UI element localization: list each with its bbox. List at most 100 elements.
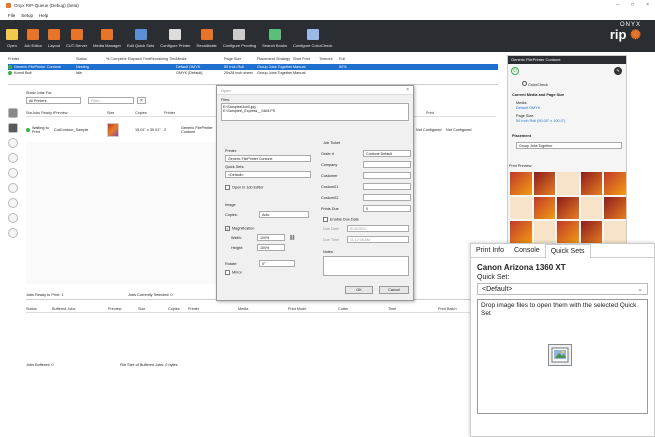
column-header[interactable]: % Complete [106, 57, 128, 63]
rotate-select[interactable]: 0° [259, 260, 295, 267]
quickset-select[interactable]: <Default> [225, 171, 311, 178]
enable-due-date-checkbox[interactable] [323, 217, 328, 222]
column-header[interactable]: Cutter [338, 307, 388, 312]
column-header[interactable]: Preview [108, 307, 138, 312]
toolbar-button-9[interactable]: Search Books [262, 29, 287, 48]
column-header[interactable]: Jobs Ready to Print [32, 111, 54, 116]
tab-console[interactable]: Console [509, 244, 545, 257]
toolbar-button-7[interactable]: Recalibrate [197, 29, 217, 48]
printer-filter-select[interactable]: All Printers [26, 97, 81, 104]
close-button[interactable]: × [646, 2, 649, 8]
edit-printer-icon[interactable]: ✎ [614, 67, 622, 75]
move-up-icon[interactable] [8, 138, 18, 148]
magnification-checkbox[interactable] [225, 226, 230, 231]
dialog-close-icon[interactable]: × [406, 87, 409, 93]
column-header[interactable]: Status [76, 57, 106, 63]
prints-due-input[interactable]: 0 [363, 205, 411, 212]
toolbar-button-10[interactable]: Configure ColorCheck [293, 29, 332, 48]
column-header[interactable]: Placement Strategy [257, 57, 293, 63]
column-header[interactable]: Size [138, 307, 168, 312]
toolbar-button-2[interactable]: Layout [48, 29, 60, 48]
drop-zone[interactable]: Drop image files to open them with the s… [477, 299, 648, 414]
pagesize-value[interactable]: 50 Inch Roll (50.00" x 100.0") [516, 119, 565, 123]
toolbar-button-5[interactable]: Edit Quick Sets [127, 29, 154, 48]
column-header[interactable]: Printer [164, 111, 181, 116]
column-header[interactable]: Remaining Time [150, 57, 176, 63]
customer-input[interactable] [363, 172, 411, 179]
column-header[interactable]: Copies [168, 307, 188, 312]
quickset-select[interactable]: <Default> ⌄ [477, 283, 648, 295]
toolbar-button-0[interactable]: Open [6, 29, 18, 48]
media-value[interactable]: Default OMYK [516, 106, 540, 110]
copies-input[interactable]: Auto [259, 211, 309, 218]
column-header[interactable]: Media [176, 57, 224, 63]
file-item[interactable]: E:\Samples\_Express__0464.PS [223, 109, 407, 113]
menu-file[interactable]: File [8, 13, 15, 18]
toolbar-button-8[interactable]: Configure Proofing [223, 29, 256, 48]
menu-setup[interactable]: Setup [21, 13, 33, 18]
link-proportions-icon[interactable]: ⛓ [289, 235, 295, 241]
custom02-input[interactable] [363, 194, 411, 201]
order-input[interactable]: Contone Default [363, 150, 411, 157]
cancel-icon[interactable] [8, 228, 18, 238]
files-list[interactable]: E:\Samples\1cell.jpg E:\Samples\_Express… [221, 103, 409, 121]
column-header[interactable]: Time [388, 307, 438, 312]
placement-select[interactable]: Group Jobs Together [516, 142, 622, 149]
minimize-button[interactable]: – [616, 2, 619, 8]
column-header[interactable]: Page Size [224, 57, 257, 63]
column-header[interactable]: Copies [135, 111, 164, 116]
toolbar-icon [70, 29, 83, 40]
column-header[interactable]: Elapsed Time [128, 57, 150, 63]
pause-icon[interactable] [8, 198, 18, 208]
mirror-checkbox[interactable] [225, 270, 230, 275]
column-header[interactable] [181, 111, 221, 116]
printer-select[interactable]: Generic FilePrinter Contone [225, 155, 311, 162]
column-header[interactable]: Printer [8, 57, 76, 63]
custom01-input[interactable] [363, 183, 411, 190]
table-row[interactable]: Kornit Bolt Idle OMYK [Default] 20x28 inch … [8, 70, 498, 76]
column-header[interactable]: Preview [54, 111, 107, 116]
media-section-title[interactable]: Current Media and Page Size [512, 93, 564, 97]
tab-print-info[interactable]: Print Info [471, 244, 509, 257]
column-header[interactable]: Status [26, 307, 52, 312]
maximize-button[interactable]: □ [631, 2, 634, 8]
toolbar-icon [233, 29, 246, 40]
column-header[interactable]: Print [426, 111, 456, 116]
toolbar-button-4[interactable]: Media Manager [93, 29, 121, 48]
column-header[interactable]: Timeout [319, 57, 339, 63]
rotate-label: Rotate: [225, 262, 238, 266]
tools-icon[interactable] [8, 108, 18, 118]
window-title: Onyx RIP-Queue (Debug) (beta) [14, 3, 79, 8]
job-filter-input[interactable]: Filter... [88, 97, 134, 104]
hold-icon[interactable] [8, 168, 18, 178]
toolbar-button-6[interactable]: Configure Printer [160, 29, 191, 48]
due-time-input[interactable]: 11:12:05 AM [347, 236, 409, 243]
width-input[interactable]: 100% [257, 234, 285, 241]
move-down-icon[interactable] [8, 153, 18, 163]
toolbar-button-1[interactable]: Job Editor [24, 29, 42, 48]
cancel-button[interactable]: Cancel [379, 286, 409, 294]
column-header[interactable]: Media [238, 307, 288, 312]
ok-button[interactable]: OK [345, 286, 373, 294]
column-header[interactable]: Print Mode [288, 307, 338, 312]
height-input[interactable]: 100% [257, 244, 285, 251]
toolbar-button-3[interactable]: CUT-Server [66, 29, 87, 48]
column-header[interactable]: Full [339, 57, 353, 63]
column-header[interactable]: Printer [188, 307, 238, 312]
notes-textarea[interactable] [323, 256, 409, 276]
print-icon[interactable] [8, 183, 18, 193]
company-input[interactable] [363, 161, 411, 168]
placement-section-title[interactable]: Placement [512, 134, 531, 138]
column-header[interactable]: Start Print [293, 57, 319, 63]
column-header[interactable]: Buffered Jobs [52, 307, 108, 312]
tab-quick-sets[interactable]: Quick Sets [544, 244, 591, 258]
menu-help[interactable]: Help [39, 13, 48, 18]
drop-hint: Drop image files to open them with the s… [481, 302, 637, 317]
edit-icon[interactable] [8, 123, 18, 133]
open-in-editor-checkbox[interactable] [225, 185, 230, 190]
clear-filter-icon[interactable]: × [137, 97, 146, 104]
column-header[interactable]: Size [107, 111, 135, 116]
colorcheck-label[interactable]: ColorCheck [528, 83, 548, 87]
delete-icon[interactable] [8, 213, 18, 223]
due-date-input[interactable]: 6/15/2021 [347, 225, 409, 232]
